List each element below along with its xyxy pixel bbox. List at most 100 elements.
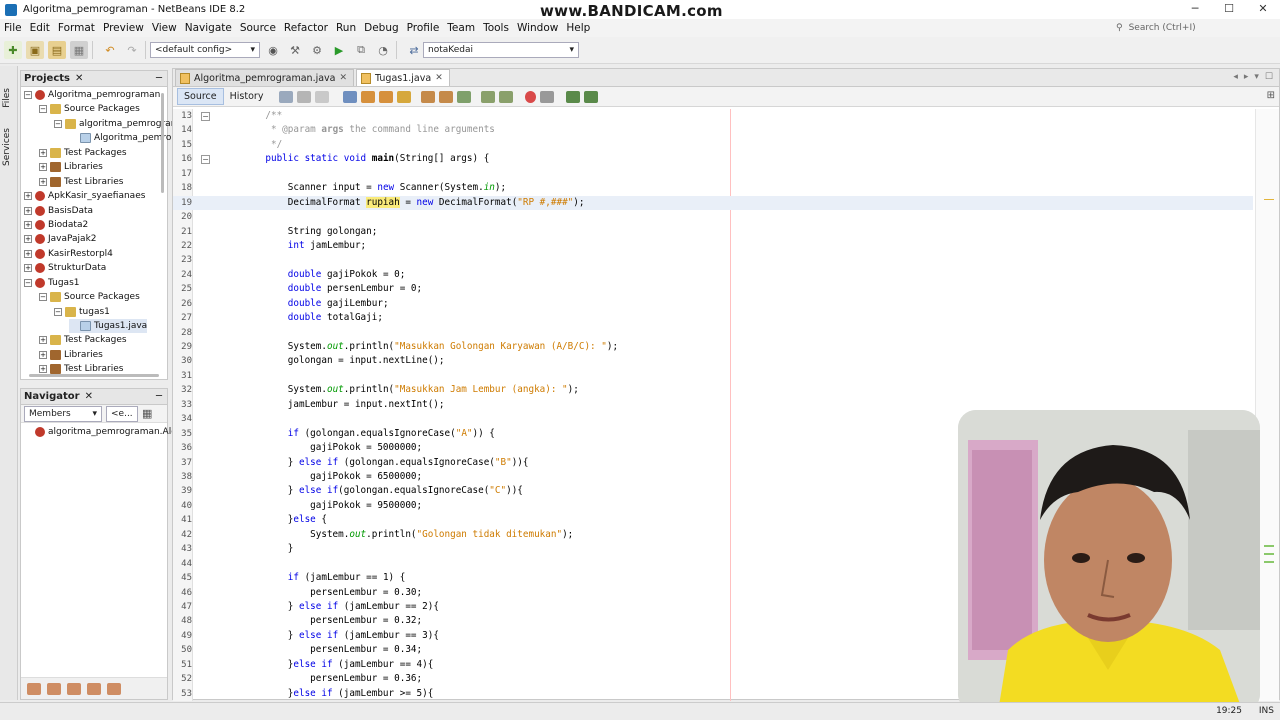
tree-node[interactable]: + Biodata2 bbox=[24, 218, 88, 232]
tree-node[interactable]: + ApkKasir_syaefianaes bbox=[24, 189, 145, 203]
menu-window[interactable]: Window bbox=[513, 22, 562, 34]
find-next-icon[interactable] bbox=[379, 90, 394, 103]
collapse-icon[interactable]: − bbox=[24, 278, 32, 287]
code-line[interactable]: 16 public static void main(String[] args… bbox=[173, 152, 1253, 166]
fold-collapse-icon[interactable]: − bbox=[201, 112, 210, 121]
collapse-icon[interactable]: − bbox=[54, 119, 62, 128]
navigator-filter-select[interactable]: Members ▾ bbox=[24, 405, 102, 422]
code-line[interactable]: 23 bbox=[173, 253, 1253, 267]
save-all-icon[interactable]: ▦ bbox=[70, 41, 88, 59]
menu-tools[interactable]: Tools bbox=[479, 22, 513, 34]
expand-icon[interactable]: + bbox=[39, 350, 47, 359]
code-line[interactable]: 25 double persenLembur = 0; bbox=[173, 282, 1253, 296]
close-icon[interactable]: ✕ bbox=[85, 391, 93, 402]
source-mode-button[interactable]: Source bbox=[177, 88, 224, 105]
shift-left-icon[interactable] bbox=[481, 90, 496, 103]
tab-list-icon[interactable]: ▾ bbox=[1254, 72, 1259, 82]
tree-node[interactable]: − Source Packages bbox=[39, 102, 140, 116]
expand-icon[interactable]: + bbox=[39, 336, 47, 345]
tree-node[interactable]: + BasisData bbox=[24, 204, 93, 218]
build-hammer-icon[interactable]: ⚒ bbox=[286, 41, 304, 59]
expand-icon[interactable]: + bbox=[24, 264, 32, 273]
stop-macro-icon[interactable] bbox=[540, 90, 555, 103]
scroll-tabs-right-icon[interactable]: ▸ bbox=[1244, 72, 1249, 82]
tree-node[interactable]: − algoritma_pemrograr bbox=[54, 117, 174, 131]
filter-fields-icon[interactable] bbox=[27, 682, 41, 695]
expand-icon[interactable]: + bbox=[39, 365, 47, 374]
debug-icon[interactable]: ⧉ bbox=[352, 41, 370, 59]
toggle-highlight-icon[interactable] bbox=[397, 90, 412, 103]
tree-node[interactable]: Tugas1.java bbox=[69, 319, 148, 334]
shift-right-icon[interactable] bbox=[499, 90, 514, 103]
expand-icon[interactable]: + bbox=[24, 206, 32, 215]
code-line[interactable]: 18 Scanner input = new Scanner(System.in… bbox=[173, 181, 1253, 195]
code-line[interactable]: 13 /** bbox=[173, 109, 1253, 123]
tree-node[interactable]: − Algoritma_pemrograman bbox=[24, 88, 160, 102]
tree-node[interactable]: Algoritma_pemro bbox=[69, 131, 171, 145]
tab-tugas1[interactable]: Tugas1.java ✕ bbox=[356, 69, 450, 86]
minimize-panel-icon[interactable]: ─ bbox=[156, 73, 162, 84]
undo-icon[interactable]: ↶ bbox=[101, 41, 119, 59]
minimize-button[interactable]: ─ bbox=[1178, 0, 1212, 19]
services-side-tab[interactable]: Services bbox=[2, 128, 15, 166]
run-icon[interactable]: ▶ bbox=[330, 41, 348, 59]
start-macro-icon[interactable] bbox=[525, 90, 537, 103]
expand-icon[interactable]: + bbox=[39, 163, 47, 172]
tree-node[interactable]: + Test Packages bbox=[39, 333, 127, 347]
globe-icon[interactable]: ◉ bbox=[264, 41, 282, 59]
code-line[interactable]: 27 double totalGaji; bbox=[173, 311, 1253, 325]
fold-collapse-icon[interactable]: − bbox=[201, 155, 210, 164]
vertical-scrollbar[interactable] bbox=[161, 93, 164, 193]
menu-navigate[interactable]: Navigate bbox=[181, 22, 236, 34]
occurrence-mark[interactable] bbox=[1264, 553, 1274, 555]
menu-debug[interactable]: Debug bbox=[360, 22, 403, 34]
horizontal-scrollbar[interactable] bbox=[29, 374, 159, 377]
tree-node[interactable]: + KasirRestorpl4 bbox=[24, 247, 113, 261]
code-line[interactable]: 29 System.out.println("Masukkan Golongan… bbox=[173, 340, 1253, 354]
filter-icon[interactable]: ▦ bbox=[142, 407, 152, 420]
occurrence-mark[interactable] bbox=[1264, 199, 1274, 200]
menu-help[interactable]: Help bbox=[562, 22, 594, 34]
close-icon[interactable]: ✕ bbox=[340, 73, 348, 83]
collapse-icon[interactable]: − bbox=[24, 91, 32, 99]
expand-icon[interactable]: + bbox=[24, 235, 32, 244]
tree-node[interactable]: + Test Libraries bbox=[39, 175, 123, 189]
split-editor-icon[interactable]: ⊞ bbox=[1267, 90, 1275, 101]
history-mode-button[interactable]: History bbox=[224, 89, 270, 104]
code-line[interactable]: 32 System.out.println("Masukkan Jam Lemb… bbox=[173, 383, 1253, 397]
occurrence-mark[interactable] bbox=[1264, 545, 1274, 547]
quick-search-input[interactable]: ⚲ Search (Ctrl+I) bbox=[1110, 19, 1280, 36]
expand-icon[interactable]: + bbox=[24, 192, 32, 201]
code-line[interactable]: 28 bbox=[173, 326, 1253, 340]
tab-algoritma-pemrograman[interactable]: Algoritma_pemrograman.java ✕ bbox=[175, 69, 355, 86]
new-file-icon[interactable]: ✚ bbox=[4, 41, 22, 59]
redo-icon[interactable]: ↷ bbox=[123, 41, 141, 59]
close-icon[interactable]: ✕ bbox=[75, 73, 83, 84]
uncomment-icon[interactable] bbox=[584, 90, 599, 103]
clean-build-icon[interactable]: ⚙ bbox=[308, 41, 326, 59]
collapse-icon[interactable]: − bbox=[39, 293, 47, 302]
previous-bookmark-icon[interactable] bbox=[439, 90, 454, 103]
collapse-icon[interactable]: − bbox=[39, 105, 47, 114]
code-line[interactable]: 19 DecimalFormat rupiah = new DecimalFor… bbox=[173, 195, 1253, 211]
new-project-icon[interactable]: ▣ bbox=[26, 41, 44, 59]
code-line[interactable]: 14 * @param args the command line argume… bbox=[173, 123, 1253, 137]
forward-icon[interactable] bbox=[315, 90, 330, 103]
menu-source[interactable]: Source bbox=[236, 22, 280, 34]
tree-node[interactable]: − tugas1 bbox=[54, 305, 110, 319]
menu-refactor[interactable]: Refactor bbox=[280, 22, 332, 34]
code-line[interactable]: 24 double gajiPokok = 0; bbox=[173, 268, 1253, 282]
scroll-tabs-left-icon[interactable]: ◂ bbox=[1233, 72, 1238, 82]
tree-node[interactable]: − Tugas1 bbox=[24, 276, 79, 290]
toggle-bookmark-icon[interactable] bbox=[421, 90, 436, 103]
profile-icon[interactable]: ◔ bbox=[374, 41, 392, 59]
filter-static-icon[interactable] bbox=[47, 682, 61, 695]
tree-node[interactable]: − Source Packages bbox=[39, 290, 140, 304]
back-icon[interactable] bbox=[297, 90, 312, 103]
code-line[interactable]: 15 */ bbox=[173, 138, 1253, 152]
close-window-button[interactable]: ✕ bbox=[1246, 0, 1280, 19]
menu-run[interactable]: Run bbox=[332, 22, 360, 34]
close-icon[interactable]: ✕ bbox=[435, 73, 443, 83]
code-line[interactable]: 26 double gajiLembur; bbox=[173, 297, 1253, 311]
menu-preview[interactable]: Preview bbox=[99, 22, 148, 34]
